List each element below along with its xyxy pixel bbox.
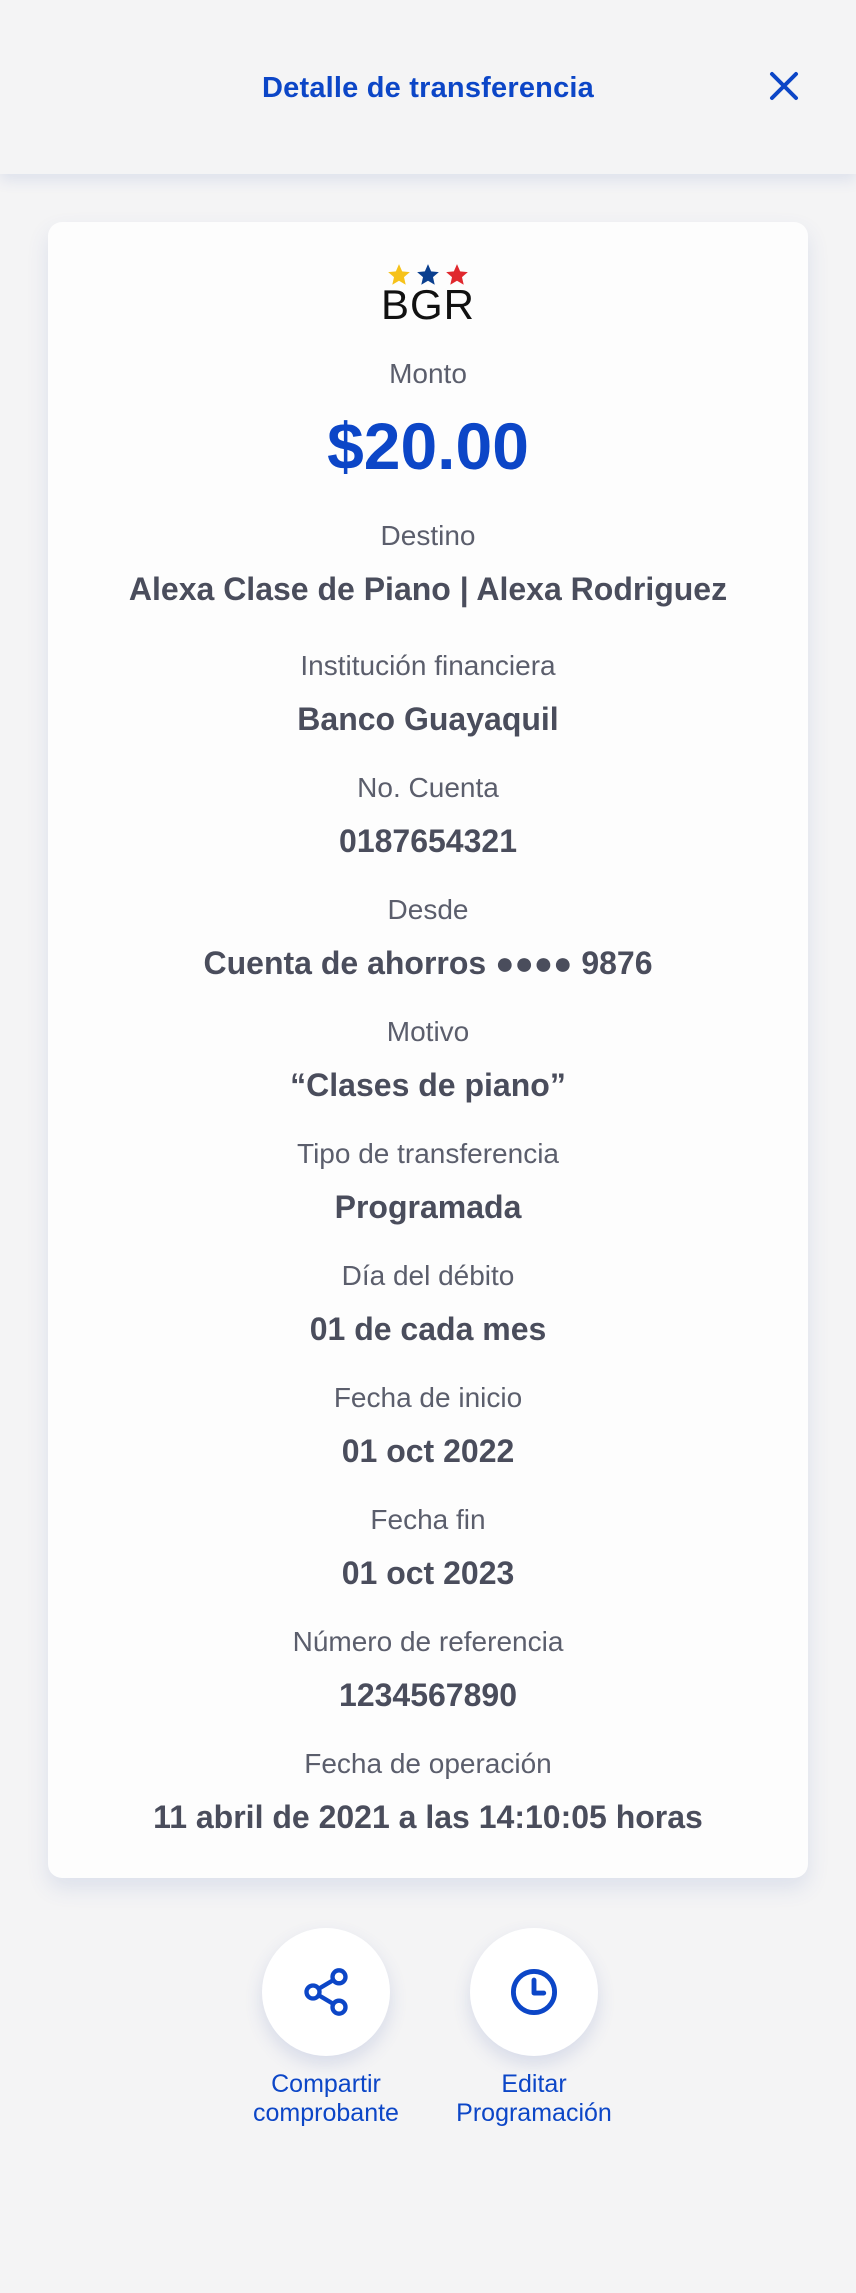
account-number-value: 0187654321 xyxy=(339,823,517,859)
account-number-field: No. Cuenta 0187654321 xyxy=(48,771,808,861)
bank-logo-text: BGR xyxy=(380,281,475,328)
debit-day-value: 01 de cada mes xyxy=(309,1311,547,1347)
end-date-field: Fecha fin 01 oct 2023 xyxy=(48,1503,808,1593)
share-receipt-button[interactable]: Compartir comprobante xyxy=(216,1928,436,2128)
share-icon xyxy=(304,1968,348,2016)
source-account-label: Desde xyxy=(387,894,469,925)
transfer-type-value: Programada xyxy=(334,1189,522,1225)
page-title: Detalle de transferencia xyxy=(262,72,594,104)
clock-icon xyxy=(510,1968,558,2016)
start-date-label: Fecha de inicio xyxy=(333,1382,523,1413)
institution-field: Institución financiera Banco Guayaquil xyxy=(48,649,808,739)
transfer-type-field: Tipo de transferencia Programada xyxy=(48,1137,808,1227)
reference-number-label: Número de referencia xyxy=(292,1626,564,1657)
amount-field: Monto $20.00 xyxy=(48,357,808,481)
start-date-value: 01 oct 2022 xyxy=(341,1433,515,1469)
reference-number-value: 1234567890 xyxy=(339,1677,517,1713)
reference-number-field: Número de referencia 1234567890 xyxy=(48,1625,808,1715)
institution-value: Banco Guayaquil xyxy=(297,701,559,737)
source-account-field: Desde Cuenta de ahorros ●●●● 9876 xyxy=(48,893,808,983)
end-date-label: Fecha fin xyxy=(370,1504,486,1535)
edit-schedule-button-label: Editar Programación xyxy=(456,2070,612,2127)
reason-label: Motivo xyxy=(386,1016,470,1047)
bank-logo: BGR xyxy=(48,262,808,328)
edit-schedule-button[interactable]: Editar Programación xyxy=(424,1928,644,2128)
amount-value: $20.00 xyxy=(327,409,529,483)
share-button-label: Compartir comprobante xyxy=(253,2070,399,2127)
destination-value: Alexa Clase de Piano | Alexa Rodriguez xyxy=(128,571,728,607)
amount-label: Monto xyxy=(389,358,467,389)
institution-label: Institución financiera xyxy=(300,650,556,681)
end-date-value: 01 oct 2023 xyxy=(341,1555,515,1591)
reason-field: Motivo “Clases de piano” xyxy=(48,1015,808,1105)
operation-date-label: Fecha de operación xyxy=(304,1748,552,1779)
close-button[interactable] xyxy=(762,64,806,108)
close-icon xyxy=(770,72,798,100)
reason-value: “Clases de piano” xyxy=(290,1067,566,1103)
operation-date-field: Fecha de operación 11 abril de 2021 a la… xyxy=(48,1747,808,1837)
account-number-label: No. Cuenta xyxy=(357,772,499,803)
transfer-type-label: Tipo de transferencia xyxy=(297,1138,559,1169)
top-bar: Detalle de transferencia xyxy=(0,0,856,174)
debit-day-label: Día del débito xyxy=(341,1260,515,1291)
share-button-circle[interactable] xyxy=(262,1928,390,2056)
debit-day-field: Día del débito 01 de cada mes xyxy=(48,1259,808,1349)
edit-schedule-button-circle[interactable] xyxy=(470,1928,598,2056)
destination-label: Destino xyxy=(380,520,476,551)
source-account-value: Cuenta de ahorros ●●●● 9876 xyxy=(203,945,653,981)
destination-field: Destino Alexa Clase de Piano | Alexa Rod… xyxy=(48,519,808,609)
operation-date-value: 11 abril de 2021 a las 14:10:05 horas xyxy=(153,1799,703,1835)
start-date-field: Fecha de inicio 01 oct 2022 xyxy=(48,1381,808,1471)
transfer-detail-card: BGR Monto $20.00 Destino Alexa Clase de … xyxy=(48,222,808,1878)
